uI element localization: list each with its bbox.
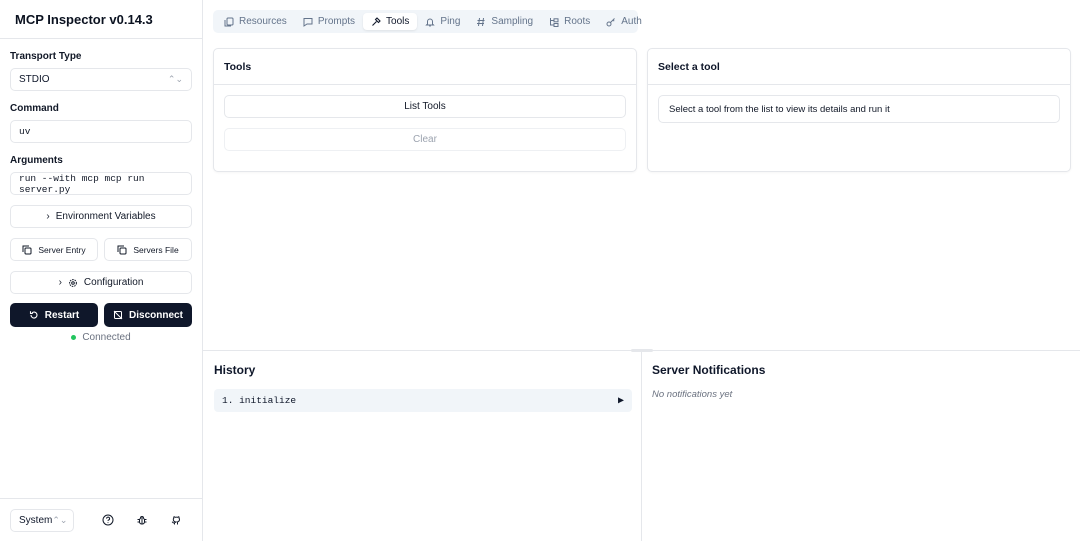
copy-server-entry-button[interactable]: Server Entry [10,238,98,261]
history-item[interactable]: 1. initialize ▶ [214,389,632,412]
bug-icon [137,516,147,525]
theme-select[interactable]: System ⌃⌄ [10,508,74,532]
environment-variables-label: Environment Variables [55,211,156,222]
tab-tools[interactable]: Tools [363,13,418,30]
resize-handle[interactable] [631,349,653,352]
tab-label: Roots [564,16,591,27]
github-button[interactable] [164,508,188,532]
tab-roots[interactable]: Roots [541,13,598,30]
key-icon [606,17,616,26]
chevrons-up-down-icon: ⌃⌄ [167,74,183,84]
tab-label: Sampling [491,16,534,27]
help-button[interactable] [96,508,120,532]
chevron-right-icon: › [46,211,50,222]
notifications-title: Server Notifications [652,363,766,377]
tab-label: Resources [239,16,287,27]
history-title: History [214,363,256,377]
hammer-icon [372,16,381,26]
command-input[interactable]: uv [10,120,192,143]
configuration-label: Configuration [83,277,144,288]
transport-type-label: Transport Type [10,51,82,62]
app-title: MCP Inspector v0.14.3 [15,11,153,27]
help-circle-icon [102,514,114,526]
notifications-empty: No notifications yet [652,389,733,400]
status-dot [71,335,77,340]
tab-label: Prompts [317,16,356,27]
bottom-panel-divider [641,351,642,541]
sidebar-footer: System ⌃⌄ [0,498,202,541]
theme-value: System [19,514,53,526]
tab-label: Tools [386,16,410,27]
transport-type-value: STDIO [19,74,50,85]
restart-label: Restart [44,309,80,321]
tab-auth[interactable]: Auth [598,13,650,30]
servers-file-label: Servers File [133,244,179,255]
tool-detail-card: Select a tool Select a tool from the lis… [647,48,1071,172]
tab-sampling[interactable]: Sampling [468,13,541,30]
environment-variables-toggle[interactable]: › Environment Variables [10,205,192,228]
clear-button[interactable]: Clear [224,128,626,151]
message-icon [303,17,313,27]
history-item-label: 1. initialize [222,395,297,406]
status-text: Connected [82,332,131,343]
copy-icon [22,245,32,254]
restart-button[interactable]: Restart [10,303,98,327]
play-icon[interactable]: ▶ [618,395,624,407]
tab-ping[interactable]: Ping [417,13,468,30]
tools-card-title: Tools [214,49,636,85]
tools-card: Tools List Tools Clear [213,48,637,172]
select-tool-hint: Select a tool from the list to view its … [658,95,1060,123]
folder-tree-icon [550,17,559,27]
copy-servers-file-button[interactable]: Servers File [104,238,192,261]
disconnect-label: Disconnect [129,309,183,321]
unplug-icon [113,310,123,320]
copy-icon [117,245,127,254]
tool-detail-title: Select a tool [648,49,1070,85]
arguments-label: Arguments [10,155,63,166]
tab-label: Auth [621,16,642,27]
tab-resources[interactable]: Resources [216,13,295,30]
chevrons-up-down-icon: ⌃⌄ [52,514,68,525]
disconnect-button[interactable]: Disconnect [104,303,192,327]
gear-icon [69,278,77,287]
bell-icon [425,18,436,26]
tab-prompts[interactable]: Prompts [295,13,363,30]
debug-button[interactable] [130,508,154,532]
chevron-right-icon: › [58,277,62,288]
list-tools-button[interactable]: List Tools [224,95,626,118]
configuration-toggle[interactable]: › Configuration [10,271,192,294]
transport-type-select[interactable]: STDIO ⌃⌄ [10,68,192,91]
command-label: Command [10,103,59,114]
resources-icon [224,17,234,26]
hash-icon [477,17,485,26]
sidebar-header: MCP Inspector v0.14.3 [0,0,202,39]
tab-label: Ping [440,16,461,27]
arguments-input[interactable]: run --with mcp mcp run server.py [10,172,192,195]
rotate-ccw-icon [29,311,38,319]
sidebar: MCP Inspector v0.14.3 Transport Type STD… [0,0,203,541]
connection-status: Connected [10,332,192,343]
github-icon [171,516,181,525]
server-entry-label: Server Entry [38,244,86,255]
tab-bar: Resources Prompts Tools Ping Sampling Ro… [213,10,642,33]
